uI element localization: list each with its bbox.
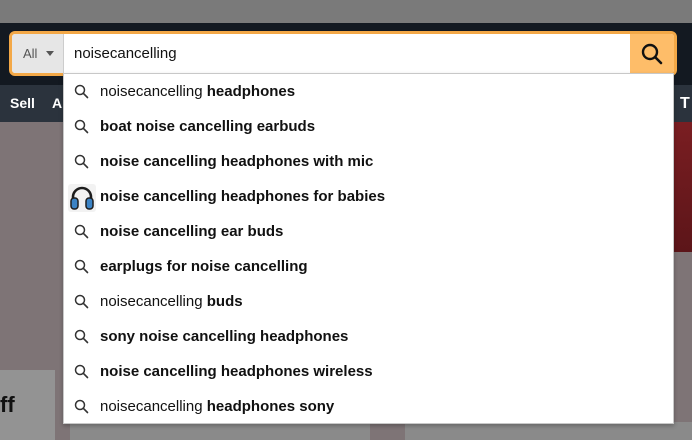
- search-icon: [74, 329, 89, 344]
- nav-item-partial[interactable]: A: [52, 85, 62, 122]
- suggestion-bold: noise cancelling headphones with mic: [100, 153, 374, 170]
- autocomplete-dropdown: noisecancelling headphones boat noise ca…: [63, 73, 674, 424]
- suggestion-text: noisecancelling buds: [100, 284, 243, 319]
- suggestion-bold: buds: [206, 293, 243, 310]
- suggestion-bold: headphones: [206, 83, 296, 100]
- suggestion-item[interactable]: noise cancelling headphones with mic: [64, 144, 673, 179]
- suggestion-item[interactable]: noise cancelling headphones for babies: [64, 179, 673, 214]
- suggestion-bold: sony noise cancelling headphones: [100, 328, 349, 345]
- search-icon: [74, 364, 89, 379]
- search-bar: All: [9, 31, 677, 76]
- suggestion-item[interactable]: boat noise cancelling earbuds: [64, 109, 673, 144]
- headphones-thumbnail: [68, 184, 96, 212]
- suggestion-text: noise cancelling headphones for babies: [100, 179, 385, 214]
- suggestion-plain: noisecancelling: [100, 293, 207, 310]
- suggestion-item[interactable]: noisecancelling headphones sony: [64, 389, 673, 424]
- suggestion-bold: noise cancelling headphones for babies: [100, 188, 386, 205]
- suggestion-item[interactable]: earplugs for noise cancelling: [64, 249, 673, 284]
- search-icon: [74, 84, 89, 99]
- search-button[interactable]: [630, 34, 674, 73]
- suggestion-bold: headphones sony: [206, 398, 335, 415]
- top-overlay-strip: [0, 0, 692, 23]
- suggestion-bold: earplugs for noise cancelling: [100, 258, 308, 275]
- search-icon: [74, 224, 89, 239]
- nav-item-sell[interactable]: Sell: [10, 85, 35, 122]
- magnifier-icon: [641, 43, 663, 65]
- suggestion-text: noisecancelling headphones sony: [100, 389, 334, 424]
- product-card[interactable]: [405, 422, 692, 440]
- promo-partial-text: ff: [0, 392, 15, 417]
- suggestion-bold: noise cancelling ear buds: [100, 223, 284, 240]
- search-icon: [74, 294, 89, 309]
- headphones-icon: [70, 186, 94, 210]
- suggestion-bold: noise cancelling headphones wireless: [100, 363, 373, 380]
- suggestion-plain: noisecancelling: [100, 83, 207, 100]
- suggestion-text: earplugs for noise cancelling: [100, 249, 308, 284]
- suggestion-text: noise cancelling headphones with mic: [100, 144, 373, 179]
- search-icon: [74, 259, 89, 274]
- search-icon: [74, 399, 89, 414]
- search-input[interactable]: [65, 34, 630, 73]
- product-card[interactable]: [70, 422, 370, 440]
- suggestion-plain: noisecancelling: [100, 398, 207, 415]
- suggestion-item[interactable]: sony noise cancelling headphones: [64, 319, 673, 354]
- suggestion-text: sony noise cancelling headphones: [100, 319, 348, 354]
- suggestion-item[interactable]: noise cancelling ear buds: [64, 214, 673, 249]
- suggestion-bold: boat noise cancelling earbuds: [100, 118, 316, 135]
- suggestion-text: noise cancelling headphones wireless: [100, 354, 373, 389]
- suggestion-text: noisecancelling headphones: [100, 74, 295, 109]
- search-icon: [74, 154, 89, 169]
- caret-down-icon: [46, 51, 54, 56]
- nav-item-right-partial[interactable]: T: [680, 85, 690, 122]
- suggestion-item[interactable]: noisecancelling headphones: [64, 74, 673, 109]
- suggestion-text: boat noise cancelling earbuds: [100, 109, 315, 144]
- suggestion-text: noise cancelling ear buds: [100, 214, 283, 249]
- search-icon: [74, 119, 89, 134]
- search-scope-dropdown[interactable]: All: [12, 34, 64, 73]
- suggestion-item[interactable]: noisecancelling buds: [64, 284, 673, 319]
- suggestion-item[interactable]: noise cancelling headphones wireless: [64, 354, 673, 389]
- search-scope-label: All: [23, 46, 38, 61]
